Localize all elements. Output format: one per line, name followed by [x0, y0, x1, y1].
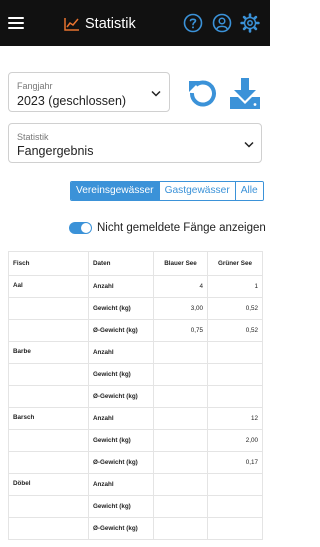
fangjahr-select[interactable]: Fangjahr 2023 (geschlossen): [8, 72, 170, 112]
table-row: Döbel Anzahl: [8, 473, 263, 496]
table-row: Ø-Gewicht (kg): [8, 385, 263, 408]
metric-cell: Anzahl: [88, 341, 154, 364]
fish-cell: [8, 297, 89, 320]
metric-cell: Anzahl: [88, 275, 154, 298]
value-cell: [153, 517, 208, 540]
table-row: Barbe Anzahl: [8, 341, 263, 364]
refresh-icon[interactable]: [187, 77, 217, 107]
column-header-blauer-see: Blauer See: [153, 251, 208, 276]
segment-alle[interactable]: Alle: [234, 182, 263, 200]
table-row: Gewicht (kg) 2,00: [8, 429, 263, 452]
table-row: Ø-Gewicht (kg) 0,17: [8, 451, 263, 474]
unreported-catches-label: Nicht gemeldete Fänge anzeigen: [97, 222, 266, 234]
fish-cell: [8, 495, 89, 518]
chevron-down-icon: [244, 141, 254, 148]
fangjahr-value: 2023 (geschlossen): [17, 94, 127, 108]
value-cell: [207, 385, 263, 408]
fish-cell: Barsch: [8, 407, 89, 430]
toggle-knob: [81, 223, 91, 233]
metric-cell: Ø-Gewicht (kg): [88, 385, 154, 408]
user-icon[interactable]: [212, 13, 232, 33]
table-row: Gewicht (kg) 3,00 0,52: [8, 297, 263, 320]
value-cell: 3,00: [153, 297, 208, 320]
metric-cell: Anzahl: [88, 407, 154, 430]
value-cell: 0,75: [153, 319, 208, 342]
fish-cell: [8, 363, 89, 386]
column-header-gruener-see: Grüner See: [207, 251, 263, 276]
metric-cell: Ø-Gewicht (kg): [88, 517, 154, 540]
column-header-daten: Daten: [88, 251, 154, 276]
metric-cell: Gewicht (kg): [88, 495, 154, 518]
value-cell: [207, 517, 263, 540]
unreported-catches-toggle-row: Nicht gemeldete Fänge anzeigen: [69, 220, 266, 236]
statistik-select[interactable]: Statistik Fangergebnis: [8, 123, 262, 163]
chart-line-icon: [64, 18, 79, 31]
metric-cell: Gewicht (kg): [88, 297, 154, 320]
value-cell: 2,00: [207, 429, 263, 452]
fangjahr-label: Fangjahr: [17, 81, 53, 91]
value-cell: [207, 495, 263, 518]
value-cell: [207, 363, 263, 386]
value-cell: [153, 451, 208, 474]
value-cell: 12: [207, 407, 263, 430]
table-row: Ø-Gewicht (kg): [8, 517, 263, 540]
fish-cell: [8, 451, 89, 474]
table-row: Gewicht (kg): [8, 363, 263, 386]
page-title: Statistik: [85, 16, 136, 32]
value-cell: [153, 363, 208, 386]
metric-cell: Gewicht (kg): [88, 363, 154, 386]
menu-icon[interactable]: [8, 17, 24, 29]
value-cell: 0,52: [207, 319, 263, 342]
catch-statistics-table: Fisch Daten Blauer See Grüner See Aal An…: [8, 251, 263, 540]
unreported-catches-toggle[interactable]: [69, 222, 92, 234]
value-cell: [153, 407, 208, 430]
table-row: Ø-Gewicht (kg) 0,75 0,52: [8, 319, 263, 342]
metric-cell: Ø-Gewicht (kg): [88, 319, 154, 342]
value-cell: 1: [207, 275, 263, 298]
fish-cell: [8, 319, 89, 342]
statistik-value: Fangergebnis: [17, 144, 94, 158]
gear-icon[interactable]: [240, 13, 260, 33]
table-row: Aal Anzahl 4 1: [8, 275, 263, 298]
table-row: Gewicht (kg): [8, 495, 263, 518]
page-title-group: Statistik: [64, 14, 136, 34]
value-cell: [153, 385, 208, 408]
value-cell: [207, 473, 263, 496]
value-cell: 0,17: [207, 451, 263, 474]
water-type-segmented-control: Vereinsgewässer Gastgewässer Alle: [70, 181, 264, 201]
value-cell: [153, 495, 208, 518]
segment-vereinsgewaesser[interactable]: Vereinsgewässer: [71, 182, 159, 200]
value-cell: [153, 341, 208, 364]
top-app-bar: Statistik: [0, 0, 270, 46]
metric-cell: Gewicht (kg): [88, 429, 154, 452]
statistik-label: Statistik: [17, 132, 49, 142]
metric-cell: Ø-Gewicht (kg): [88, 451, 154, 474]
value-cell: 4: [153, 275, 208, 298]
table-header-row: Fisch Daten Blauer See Grüner See: [8, 251, 263, 276]
fish-cell: Barbe: [8, 341, 89, 364]
fish-cell: Aal: [8, 275, 89, 298]
fish-cell: [8, 385, 89, 408]
table-row: Barsch Anzahl 12: [8, 407, 263, 430]
fish-cell: [8, 429, 89, 452]
segment-gastgewaesser[interactable]: Gastgewässer: [158, 182, 235, 200]
help-icon[interactable]: [183, 13, 203, 33]
value-cell: [153, 429, 208, 452]
value-cell: 0,52: [207, 297, 263, 320]
column-header-fisch: Fisch: [8, 251, 89, 276]
fish-cell: Döbel: [8, 473, 89, 496]
download-icon[interactable]: [228, 77, 262, 110]
fish-cell: [8, 517, 89, 540]
value-cell: [207, 341, 263, 364]
value-cell: [153, 473, 208, 496]
metric-cell: Anzahl: [88, 473, 154, 496]
chevron-down-icon: [151, 90, 161, 97]
